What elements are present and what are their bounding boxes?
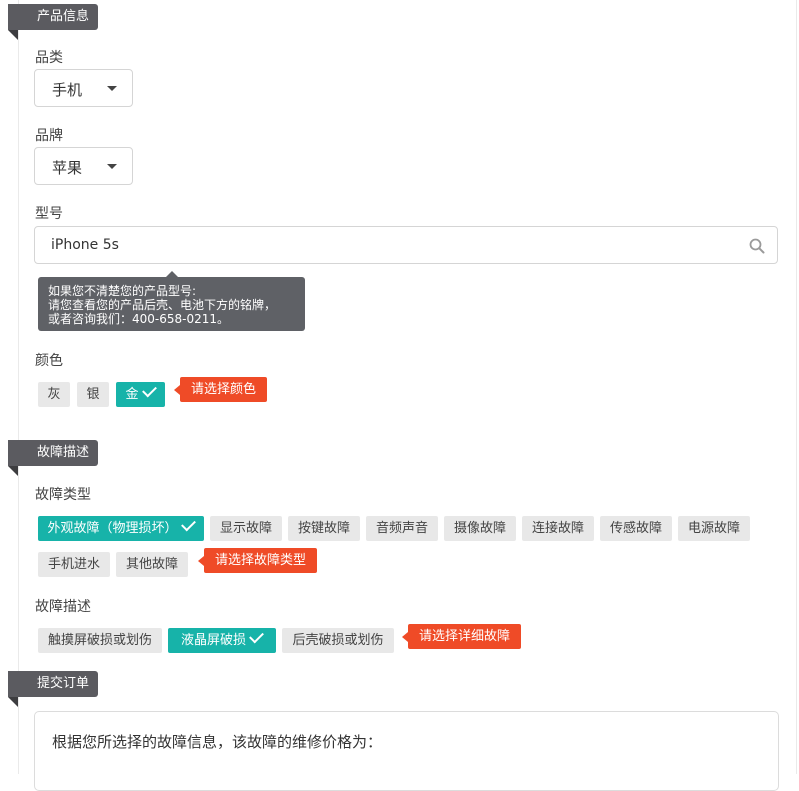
fault-type-option-display[interactable]: 显示故障	[210, 516, 282, 541]
tooltip-line: 或者咨询我们：400-658-0211。	[48, 312, 230, 326]
check-icon	[249, 628, 264, 644]
fault-detail-option-back-cover[interactable]: 后壳破损或划伤	[282, 628, 394, 653]
color-option-silver[interactable]: 银	[77, 382, 109, 407]
check-icon	[180, 516, 196, 532]
fault-type-option-water[interactable]: 手机进水	[38, 552, 110, 577]
fault-type-option-power[interactable]: 电源故障	[678, 516, 750, 541]
color-warning: 请选择颜色	[173, 377, 268, 402]
color-option-gray[interactable]: 灰	[38, 382, 70, 407]
check-icon	[141, 382, 157, 398]
chevron-down-icon	[107, 164, 117, 169]
section-tab-fault-description: 故障描述	[8, 440, 98, 476]
brand-value: 苹果	[52, 159, 83, 177]
chevron-down-icon	[107, 86, 117, 91]
section-tab-product-info: 产品信息	[8, 4, 98, 40]
model-input[interactable]	[51, 235, 731, 255]
brand-label: 品牌	[35, 128, 63, 144]
category-value: 手机	[52, 81, 83, 99]
fault-type-option-appearance[interactable]: 外观故障（物理损坏）	[38, 516, 204, 541]
fault-type-option-label: 外观故障（物理损坏）	[47, 521, 178, 536]
tooltip-line: 请您查看您的产品后壳、电池下方的铭牌，	[48, 298, 277, 312]
tooltip-line: 如果您不清楚您的产品型号:	[48, 284, 197, 298]
fault-detail-option-touchscreen[interactable]: 触摸屏破损或划伤	[38, 628, 162, 653]
brand-select[interactable]: 苹果	[34, 147, 133, 185]
category-label: 品类	[35, 50, 63, 66]
fault-type-option-sensor[interactable]: 传感故障	[600, 516, 672, 541]
fault-detail-option-label: 液晶屏破损	[180, 633, 246, 648]
fault-type-warning: 请选择故障类型	[197, 548, 318, 573]
model-help-tooltip: 如果您不清楚您的产品型号: 请您查看您的产品后壳、电池下方的铭牌， 或者咨询我们…	[38, 271, 305, 331]
fault-detail-warning: 请选择详细故障	[401, 624, 522, 649]
color-option-gold[interactable]: 金	[116, 382, 165, 407]
price-result-text: 根据您所选择的故障信息，该故障的维修价格为：	[52, 733, 383, 751]
category-select[interactable]: 手机	[34, 69, 133, 107]
fault-type-option-buttons[interactable]: 按键故障	[288, 516, 360, 541]
model-search-field[interactable]	[34, 226, 778, 264]
fault-type-option-camera[interactable]: 摄像故障	[444, 516, 516, 541]
fault-detail-option-lcd[interactable]: 液晶屏破损	[168, 628, 276, 653]
price-result-box: 根据您所选择的故障信息，该故障的维修价格为：	[34, 711, 779, 791]
fault-detail-label: 故障描述	[35, 599, 91, 615]
section-tab-submit-order: 提交订单	[8, 671, 98, 707]
model-label: 型号	[35, 206, 63, 222]
fault-type-label: 故障类型	[35, 487, 91, 503]
color-label: 颜色	[35, 353, 63, 369]
fault-type-option-connection[interactable]: 连接故障	[522, 516, 594, 541]
search-icon[interactable]	[749, 238, 765, 254]
color-option-label: 金	[125, 387, 139, 402]
fault-type-option-audio[interactable]: 音频声音	[366, 516, 438, 541]
fault-type-option-other[interactable]: 其他故障	[116, 552, 188, 577]
